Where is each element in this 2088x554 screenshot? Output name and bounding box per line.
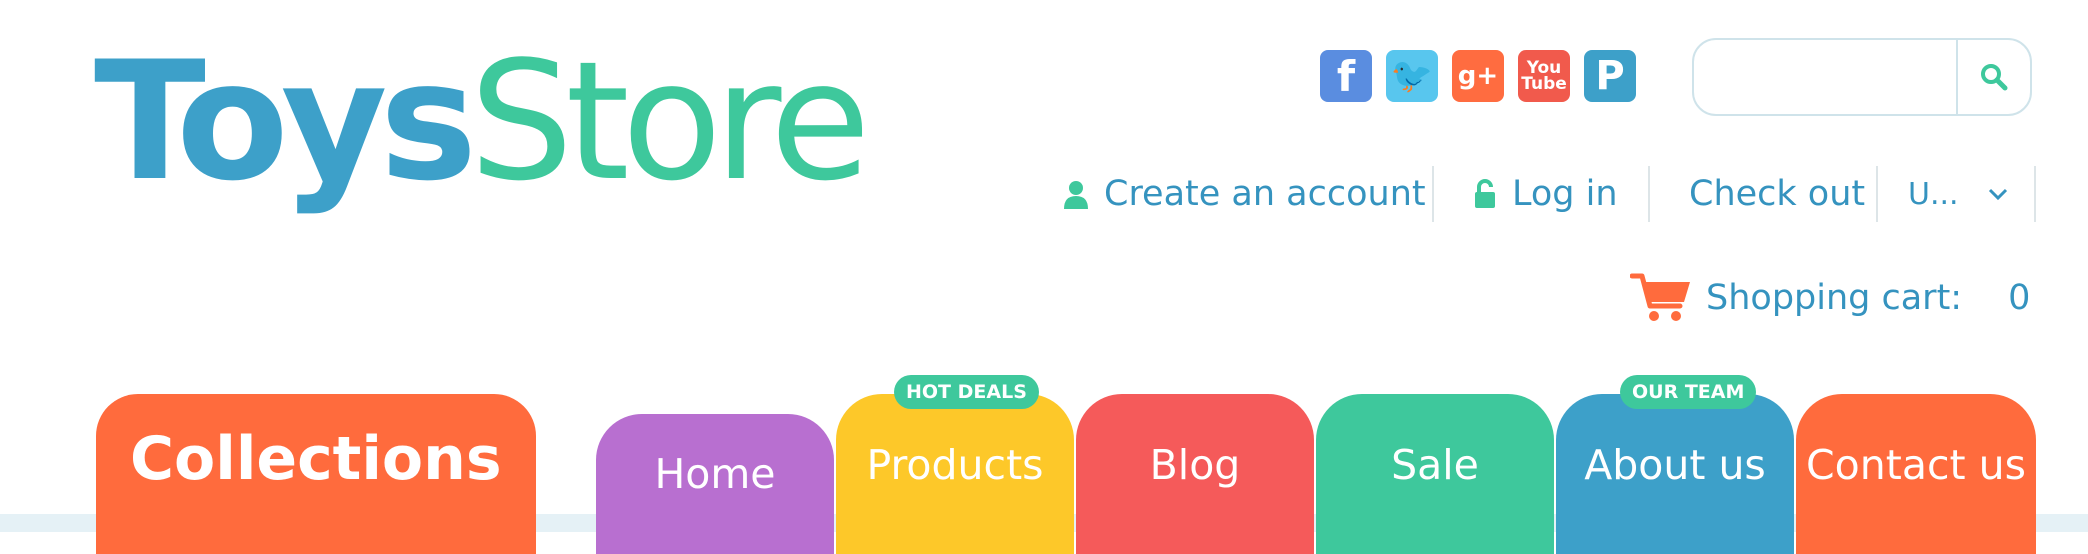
our-team-badge: OUR TEAM <box>1620 375 1757 409</box>
nav-tab-home[interactable]: Home <box>596 414 834 554</box>
store-logo[interactable]: ToysStore <box>94 40 871 204</box>
cart-label: Shopping cart: <box>1706 278 1963 318</box>
nav-tab-about-us[interactable]: About us <box>1556 394 1794 554</box>
user-icon <box>1064 181 1088 209</box>
login-link[interactable]: Log in <box>1472 164 1618 224</box>
nav-tab-label: Home <box>654 450 776 498</box>
language-select[interactable]: U... <box>1908 164 2009 224</box>
cart-count: 0 <box>2008 278 2031 318</box>
collections-button[interactable]: Collections <box>96 394 536 554</box>
hot-deals-badge: HOT DEALS <box>894 375 1039 409</box>
login-label: Log in <box>1512 174 1618 214</box>
checkout-label: Check out <box>1689 174 1866 214</box>
divider <box>1432 166 1434 222</box>
search-button[interactable] <box>1956 40 2030 114</box>
search-input[interactable] <box>1710 54 1954 102</box>
divider <box>1876 166 1878 222</box>
nav-tab-contact-us[interactable]: Contact us <box>1796 394 2036 554</box>
chevron-down-icon <box>1988 188 2007 201</box>
checkout-link[interactable]: Check out <box>1689 164 1865 224</box>
nav-tab-label: Blog <box>1149 441 1241 489</box>
collections-label: Collections <box>130 424 502 494</box>
language-value: U... <box>1908 176 1959 212</box>
google-plus-icon[interactable]: g+ <box>1452 50 1504 102</box>
nav-tab-sale[interactable]: Sale <box>1316 394 1554 554</box>
create-account-link[interactable]: Create an account <box>1062 164 1426 224</box>
cart-icon <box>1630 273 1690 321</box>
divider <box>1648 166 1650 222</box>
unlock-icon <box>1475 179 1495 208</box>
nav-tab-blog[interactable]: Blog <box>1076 394 1314 554</box>
create-account-label: Create an account <box>1104 174 1426 214</box>
nav-tab-label: Contact us <box>1806 441 2026 489</box>
pinterest-icon[interactable]: P <box>1584 50 1636 102</box>
search-icon <box>1981 64 2008 91</box>
twitter-icon[interactable]: 🐦 <box>1386 50 1438 102</box>
divider <box>2034 166 2036 222</box>
search-box <box>1692 38 2032 116</box>
youtube-icon[interactable]: You Tube <box>1518 50 1570 102</box>
nav-tab-products[interactable]: Products <box>836 394 1074 554</box>
logo-part-store: Store <box>469 26 870 217</box>
facebook-icon[interactable]: f <box>1320 50 1372 102</box>
shopping-cart[interactable]: Shopping cart: 0 <box>1630 272 2030 324</box>
nav-tab-label: Sale <box>1391 441 1479 489</box>
logo-part-toys: Toys <box>94 26 477 217</box>
social-icons: f 🐦 g+ You Tube P <box>1320 50 1636 102</box>
